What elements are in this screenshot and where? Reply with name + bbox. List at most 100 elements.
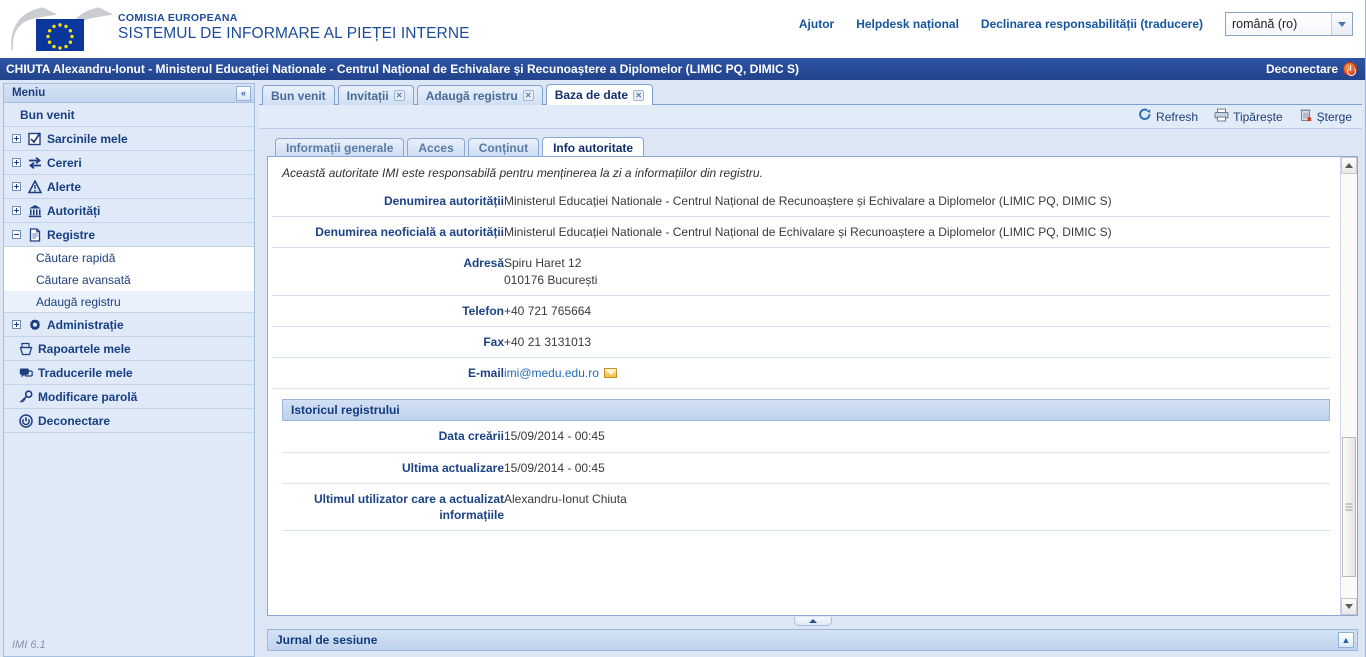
history-section-header: Istoricul registrului [282,399,1330,421]
table-row: Ultima actualizare 15/09/2014 - 00:45 [282,452,1330,483]
key-icon [18,389,34,405]
splitter-collapse-handle[interactable] [794,617,832,626]
content-wrapper: Informații generale Acces Conținut Info … [259,129,1362,629]
tab-baza-de-date[interactable]: Baza de date ✕ [546,84,653,105]
warning-triangle-icon [27,179,43,195]
european-commission-logo [10,6,114,52]
panel-splitter [267,616,1358,629]
sidebar-subitem-label: Căutare avansată [36,273,131,287]
field-label: Denumirea autorității [272,186,504,217]
scrollbar-thumb[interactable] [1342,437,1356,577]
table-row: E-mail imi@medu.edu.ro [272,358,1330,389]
table-row: Telefon +40 721 765664 [272,295,1330,326]
field-label: Ultimul utilizator care a actualizat inf… [282,483,504,530]
sidebar-item-bun-venit[interactable]: Bun venit [4,103,254,127]
sidebar-item-administratie[interactable]: Administrație [4,313,254,337]
scroll-down-button[interactable] [1341,598,1357,615]
email-link[interactable]: imi@medu.edu.ro [504,366,599,380]
sidebar-item-label: Cereri [47,156,82,170]
field-label: Ultima actualizare [282,452,504,483]
tab-label: Baza de date [555,88,628,102]
tab-invitatii[interactable]: Invitații ✕ [338,85,414,105]
close-icon[interactable]: ✕ [394,90,405,101]
sidebar-subitem-cautare-rapida[interactable]: Căutare rapidă [4,247,254,269]
inner-tab-informatii-generale[interactable]: Informații generale [275,138,404,157]
sidebar-item-registre[interactable]: Registre [4,223,254,247]
session-log-title: Jurnal de sesiune [276,633,377,647]
commission-name: COMISIA EUROPEANA [118,12,470,24]
sidebar-item-modificare-parola[interactable]: Modificare parolă [4,385,254,409]
main-pane: Bun venit Invitații ✕ Adaugă registru ✕ … [259,83,1362,657]
collapse-minus-icon[interactable] [12,230,21,239]
refresh-button[interactable]: Refresh [1138,108,1198,125]
field-value: Spiru Haret 12 010176 București [504,248,1330,295]
double-chevron-up-icon[interactable]: ▲ [1338,632,1354,648]
field-value: 15/09/2014 - 00:45 [504,452,1330,483]
table-row: Ultimul utilizator care a actualizat inf… [282,483,1330,530]
tab-bun-venit[interactable]: Bun venit [262,85,335,105]
disclaimer-link[interactable]: Declinarea responsabilității (traducere) [981,17,1203,31]
scroll-up-button[interactable] [1341,157,1357,174]
print-button[interactable]: Tipărește [1214,108,1283,125]
sidebar-item-sarcinile-mele[interactable]: Sarcinile mele [4,127,254,151]
power-icon[interactable] [1343,62,1357,76]
email-cell: imi@medu.edu.ro [504,358,1330,389]
expand-plus-icon[interactable] [12,134,21,143]
close-icon[interactable]: ✕ [523,90,534,101]
logout-area[interactable]: Deconectare [1266,62,1357,76]
delete-button[interactable]: Șterge [1299,108,1352,125]
inner-tab-continut[interactable]: Conținut [468,138,539,157]
sidebar-filler: IMI 6.1 [4,433,254,656]
expand-plus-icon[interactable] [12,158,21,167]
expand-plus-icon[interactable] [12,206,21,215]
speech-bubble-icon [18,365,34,381]
sidebar-item-autoritati[interactable]: Autorități [4,199,254,223]
sidebar-subitem-cautare-avansata[interactable]: Căutare avansată [4,269,254,291]
authority-info-panel: Această autoritate IMI este responsabilă… [267,156,1358,616]
sidebar-item-alerte[interactable]: Alerte [4,175,254,199]
expand-plus-icon[interactable] [12,182,21,191]
chevron-down-icon[interactable] [1331,13,1352,35]
field-value: Ministerul Educației Nationale - Centrul… [504,217,1330,248]
sidebar-item-deconectare[interactable]: Deconectare [4,409,254,433]
sidebar-title: Meniu [12,87,45,99]
grip-icon [1346,503,1353,510]
sidebar-item-label: Rapoartele mele [38,342,131,356]
table-row: Denumirea autorității Ministerul Educați… [272,186,1330,217]
help-link[interactable]: Ajutor [799,17,834,31]
sidebar-item-label: Modificare parolă [38,390,137,404]
sidebar-subitem-label: Căutare rapidă [36,251,115,265]
vertical-scrollbar[interactable] [1340,157,1357,615]
system-title: SISTEMUL DE INFORMARE AL PIEȚEI INTERNE [118,25,470,43]
envelope-icon[interactable] [604,368,617,378]
national-helpdesk-link[interactable]: Helpdesk național [856,17,959,31]
scrollbar-track[interactable] [1341,174,1357,598]
sidebar-header: Meniu « [4,84,254,103]
header-links: Ajutor Helpdesk național Declinarea resp… [799,12,1353,36]
double-chevron-left-icon[interactable]: « [236,86,251,101]
close-icon[interactable]: ✕ [633,90,644,101]
table-row: Denumirea neoficială a autorității Minis… [272,217,1330,248]
inner-tab-acces[interactable]: Acces [407,138,464,157]
sidebar-item-label: Traducerile mele [38,366,133,380]
checklist-icon [27,131,43,147]
table-row: Data creării 15/09/2014 - 00:45 [282,421,1330,452]
sidebar-item-cereri[interactable]: Cereri [4,151,254,175]
logout-label[interactable]: Deconectare [1266,62,1338,76]
inner-tab-info-autoritate[interactable]: Info autoritate [542,137,644,157]
responsibility-notice: Această autoritate IMI este responsabilă… [272,163,1330,186]
expand-plus-icon[interactable] [12,320,21,329]
table-row: Fax +40 21 3131013 [272,326,1330,357]
sidebar-item-rapoartele-mele[interactable]: Rapoartele mele [4,337,254,361]
sidebar-item-label: Registre [47,228,95,242]
sidebar-item-traducerile-mele[interactable]: Traducerile mele [4,361,254,385]
sidebar-subitem-label: Adaugă registru [36,295,121,309]
language-select-value: română (ro) [1232,17,1297,31]
field-value: 15/09/2014 - 00:45 [504,421,1330,452]
tab-adauga-registru[interactable]: Adaugă registru ✕ [417,85,543,105]
sidebar-item-label: Bun venit [20,108,75,122]
sidebar-subitem-adauga-registru[interactable]: Adaugă registru [4,291,254,313]
tab-label: Bun venit [271,89,326,103]
document-icon [27,227,43,243]
language-select[interactable]: română (ro) [1225,12,1353,36]
